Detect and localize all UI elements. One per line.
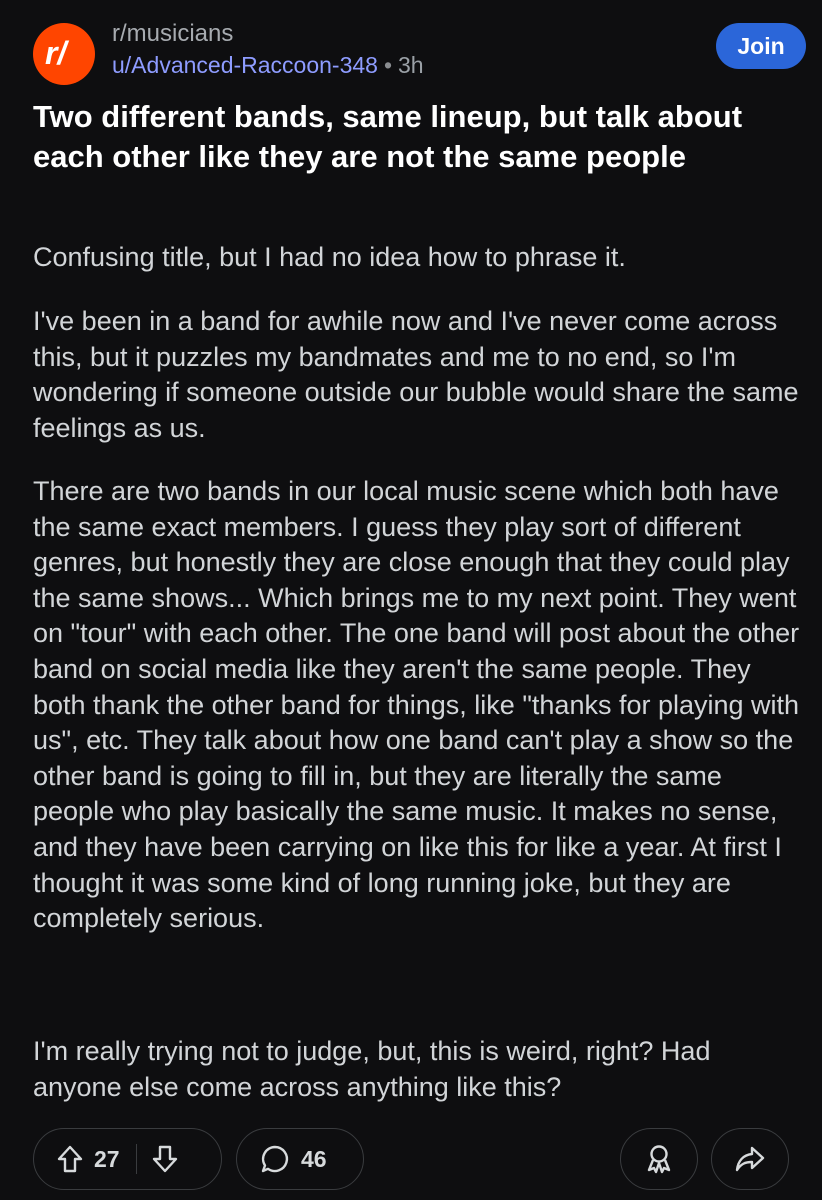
- author-link[interactable]: u/Advanced-Raccoon-348: [112, 52, 378, 78]
- byline-separator: •: [383, 52, 393, 78]
- comment-icon: [259, 1143, 291, 1175]
- award-icon: [644, 1143, 674, 1175]
- post-action-bar: 27 46: [33, 1128, 792, 1192]
- share-button[interactable]: [711, 1128, 789, 1190]
- post-paragraph: Confusing title, but I had no idea how t…: [33, 242, 626, 272]
- post-time: 3h: [398, 52, 424, 78]
- join-button[interactable]: Join: [716, 23, 806, 69]
- post-paragraph: I've been in a band for awhile now and I…: [33, 306, 799, 443]
- comment-count: 46: [301, 1145, 327, 1172]
- post-paragraph: I'm really trying not to judge, but, thi…: [33, 1036, 711, 1102]
- subreddit-avatar[interactable]: r/: [33, 23, 95, 85]
- vote-control: 27: [33, 1128, 222, 1190]
- upvote-count: 27: [94, 1145, 120, 1172]
- upvote-icon[interactable]: [56, 1144, 84, 1174]
- subreddit-name[interactable]: r/musicians: [112, 19, 424, 49]
- post-meta: r/musicians u/Advanced-Raccoon-348 • 3h: [112, 17, 424, 80]
- reddit-logo-icon: r/: [44, 35, 84, 74]
- share-icon: [734, 1144, 766, 1174]
- post-title: Two different bands, same lineup, but ta…: [33, 99, 743, 174]
- vote-divider: [135, 1144, 137, 1174]
- downvote-icon[interactable]: [151, 1144, 179, 1174]
- post-header: r/ r/musicians u/Advanced-Raccoon-348 • 3h…: [33, 17, 806, 85]
- post-paragraph: There are two bands in our local music s…: [33, 476, 800, 934]
- byline: u/Advanced-Raccoon-348 • 3h: [112, 50, 424, 80]
- award-button[interactable]: [620, 1128, 698, 1190]
- comments-button[interactable]: 46: [236, 1128, 364, 1190]
- svg-text:r/: r/: [45, 35, 69, 69]
